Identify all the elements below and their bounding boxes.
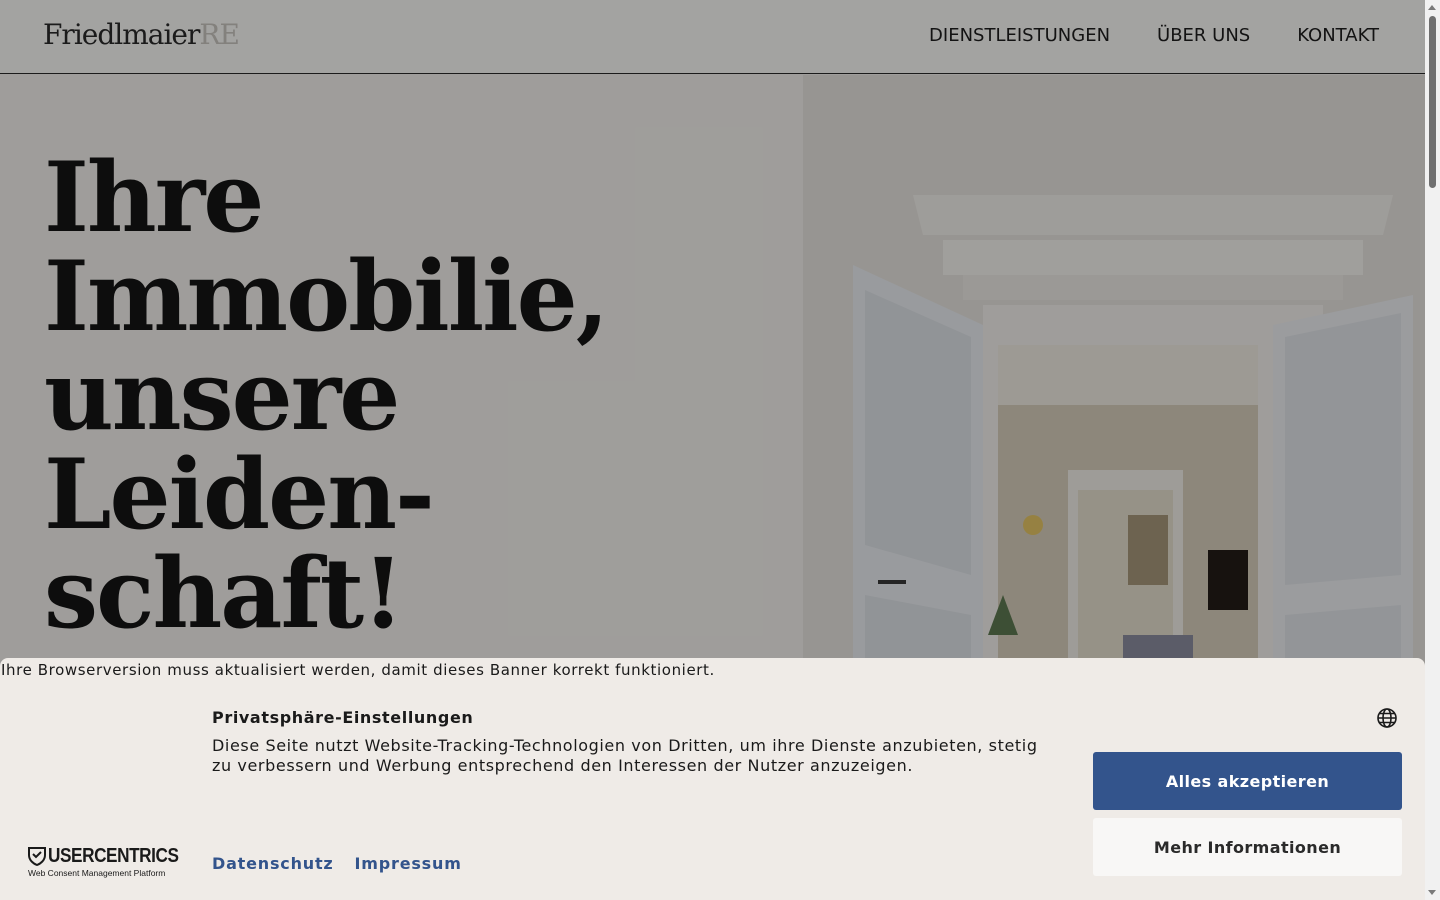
globe-icon[interactable] [1376, 707, 1398, 729]
privacy-link[interactable]: Datenschutz [212, 854, 334, 873]
usercentrics-name: USERCENTRICS [48, 845, 179, 867]
consent-banner: Ihre Browserversion muss aktualisiert we… [0, 658, 1425, 900]
page-scrollbar[interactable] [1425, 0, 1440, 900]
scroll-down-icon[interactable] [1428, 890, 1436, 895]
usercentrics-logo: USERCENTRICS Web Consent Management Plat… [28, 845, 200, 878]
usercentrics-subtitle: Web Consent Management Platform [28, 868, 166, 878]
scrollbar-thumb[interactable] [1429, 16, 1436, 188]
browser-warning: Ihre Browserversion muss aktualisiert we… [1, 661, 715, 679]
consent-text: Diese Seite nutzt Website-Tracking-Techn… [212, 736, 1038, 775]
accept-all-button[interactable]: Alles akzeptieren [1093, 752, 1402, 810]
consent-title: Privatsphäre-Einstellungen [212, 708, 474, 727]
scroll-up-icon[interactable] [1428, 5, 1436, 10]
imprint-link[interactable]: Impressum [355, 854, 462, 873]
shield-icon [28, 847, 46, 866]
more-info-button[interactable]: Mehr Informationen [1093, 818, 1402, 876]
consent-links: Datenschutz Impressum [212, 854, 462, 873]
